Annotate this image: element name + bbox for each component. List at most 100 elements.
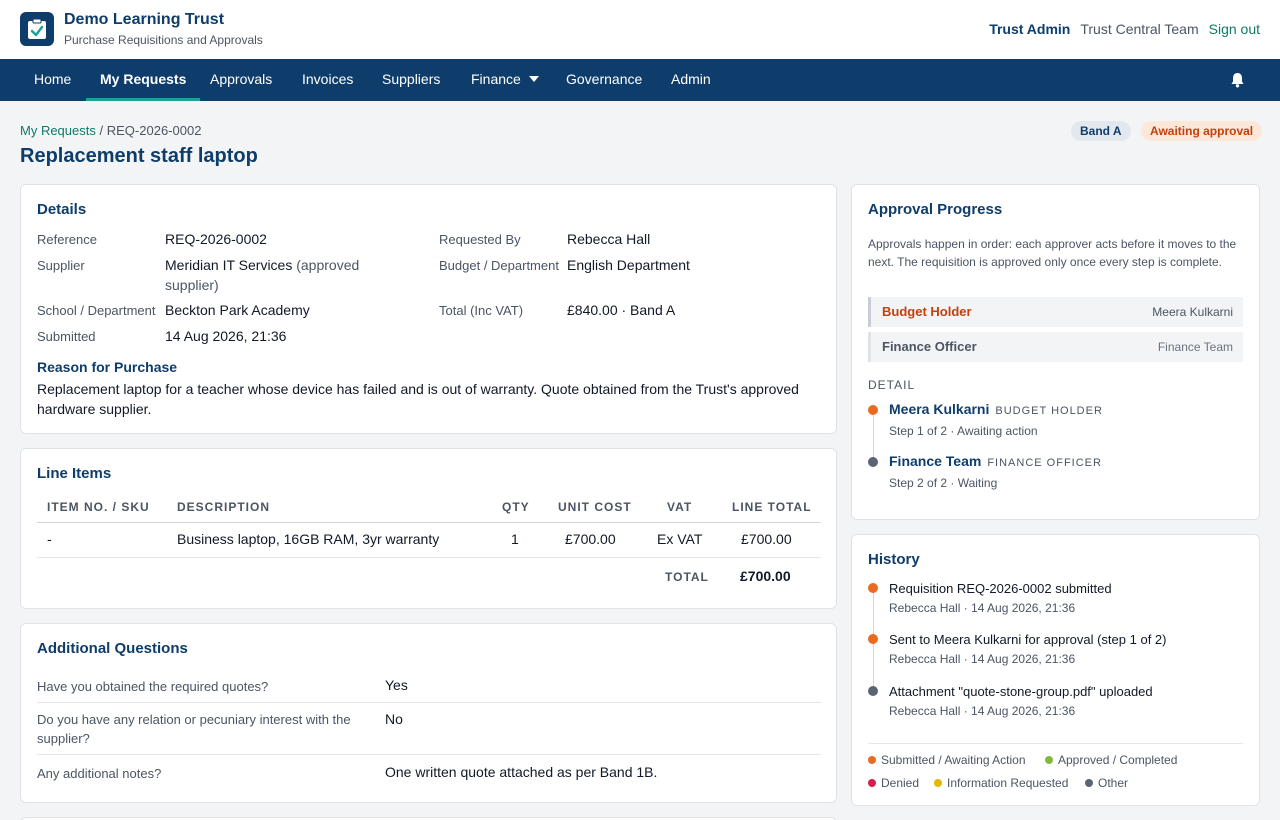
answer-1: Yes [385, 677, 408, 693]
question-1: Have you obtained the required quotes? [37, 679, 269, 694]
detail-2-name: Finance Team FINANCE OFFICER [889, 453, 1102, 469]
history-dot-other [868, 686, 878, 696]
table-total-value: £700.00 [740, 568, 791, 584]
brand-title: Demo Learning Trust [64, 11, 225, 28]
user-team: Trust Central Team [1080, 21, 1199, 37]
breadcrumb-parent-link[interactable]: My Requests [20, 123, 96, 138]
history-dot-submitted [868, 583, 878, 593]
total-value: £840.00 · Band A [567, 302, 676, 318]
clipboard-check-icon [28, 18, 46, 39]
legend-denied: Denied [868, 776, 919, 790]
nav-invoices[interactable]: Invoices [288, 59, 367, 101]
row-sku: - [47, 531, 52, 547]
row-unit-cost: £700.00 [565, 531, 616, 547]
step-2-person: Finance Team [1157, 340, 1233, 354]
col-header-sku: ITEM NO. / SKU [47, 500, 150, 514]
legend-denied-label: Denied [881, 776, 920, 790]
school-value: Beckton Park Academy [165, 302, 310, 318]
detail-2-person: Finance Team [889, 453, 982, 469]
history-event-3: Attachment "quote-stone-group.pdf" uploa… [889, 684, 1153, 699]
col-header-unit-cost: UNIT COST [558, 500, 632, 514]
legend-dot-orange [868, 756, 876, 764]
reason-text: Replacement laptop for a teacher whose d… [37, 381, 799, 417]
supplier-value: Meridian IT Services (approved supplier) [165, 255, 405, 295]
submitted-value: 14 Aug 2026, 21:36 [165, 328, 287, 344]
sign-out-link[interactable]: Sign out [1209, 21, 1260, 37]
bell-icon[interactable] [1230, 72, 1245, 88]
step-1-role: Budget Holder [882, 304, 972, 319]
main-nav: Home My Requests Approvals Invoices Supp… [0, 59, 1280, 101]
detail-1-name: Meera Kulkarni BUDGET HOLDER [889, 401, 1103, 417]
answer-3: One written quote attached as per Band 1… [385, 764, 658, 780]
detail-1-role: BUDGET HOLDER [995, 405, 1103, 417]
reason-title: Reason for Purchase [37, 359, 178, 375]
history-event-1: Requisition REQ-2026-0002 submitted [889, 581, 1112, 596]
detail-label: DETAIL [868, 378, 916, 392]
history-meta-2: Rebecca Hall · 14 Aug 2026, 21:36 [889, 652, 1076, 666]
nav-admin[interactable]: Admin [657, 59, 725, 101]
history-event-2: Sent to Meera Kulkarni for approval (ste… [889, 632, 1167, 647]
school-label: School / Department [37, 303, 156, 318]
details-title: Details [37, 201, 87, 218]
legend-submitted: Submitted / Awaiting Action [868, 753, 1026, 767]
row-vat: Ex VAT [657, 531, 703, 547]
approval-step-1: Budget Holder Meera Kulkarni [868, 297, 1243, 327]
nav-suppliers[interactable]: Suppliers [368, 59, 454, 101]
nav-finance[interactable]: Finance [457, 59, 553, 101]
caret-down-icon [528, 76, 539, 82]
nav-approvals[interactable]: Approvals [196, 59, 286, 101]
line-items-card: Line Items ITEM NO. / SKU DESCRIPTION QT… [20, 448, 837, 609]
col-header-vat: VAT [667, 500, 693, 514]
budget-label: Budget / Department [439, 258, 559, 273]
breadcrumb-current: REQ-2026-0002 [106, 123, 202, 138]
nav-home[interactable]: Home [20, 59, 85, 101]
questions-title: Additional Questions [37, 640, 188, 657]
supplier-name: Meridian IT Services [165, 257, 293, 273]
nav-governance[interactable]: Governance [552, 59, 656, 101]
requested-by-value: Rebecca Hall [567, 231, 651, 247]
row-description: Business laptop, 16GB RAM, 3yr warranty [177, 531, 440, 547]
detail-connector [873, 415, 874, 457]
total-label: Total (Inc VAT) [439, 303, 524, 318]
row-line-total: £700.00 [741, 531, 792, 547]
page-title: Replacement staff laptop [20, 145, 258, 167]
reference-label: Reference [37, 232, 97, 247]
legend-dot-grey [1085, 779, 1093, 787]
band-badge: Band A [1071, 121, 1131, 141]
step-1-person: Meera Kulkarni [1152, 305, 1233, 319]
nav-my-requests[interactable]: My Requests [86, 59, 201, 101]
user-area: Trust Admin Trust Central Team Sign out [989, 21, 1260, 37]
history-meta-3: Rebecca Hall · 14 Aug 2026, 21:36 [889, 704, 1076, 718]
detail-dot-awaiting [868, 405, 878, 415]
user-name: Trust Admin [989, 21, 1071, 37]
history-meta-1: Rebecca Hall · 14 Aug 2026, 21:36 [889, 601, 1076, 615]
requested-by-label: Requested By [439, 232, 521, 247]
history-card: History Requisition REQ-2026-0002 submit… [851, 534, 1260, 806]
approval-title: Approval Progress [868, 201, 1003, 218]
supplier-label: Supplier [37, 258, 85, 273]
legend-divider [868, 743, 1243, 744]
nav-finance-label: Finance [471, 71, 521, 87]
table-header-divider [37, 522, 821, 523]
questions-card: Additional Questions Have you obtained t… [20, 623, 837, 803]
legend-other: Other [1085, 776, 1128, 790]
history-title: History [868, 551, 920, 568]
details-card: Details Reference REQ-2026-0002 Requeste… [20, 184, 837, 434]
breadcrumb: My Requests / REQ-2026-0002 [20, 123, 201, 138]
detail-dot-waiting [868, 457, 878, 467]
col-header-qty: QTY [502, 500, 530, 514]
status-badge: Awaiting approval [1141, 121, 1263, 141]
line-items-title: Line Items [37, 465, 112, 482]
question-divider [37, 754, 821, 755]
detail-1-person: Meera Kulkarni [889, 401, 990, 417]
submitted-label: Submitted [37, 329, 96, 344]
detail-2-role: FINANCE OFFICER [987, 457, 1102, 469]
app-logo[interactable] [20, 12, 54, 46]
row-divider [37, 557, 821, 558]
brand-subtitle: Purchase Requisitions and Approvals [64, 33, 263, 47]
row-qty: 1 [511, 531, 519, 547]
answer-2: No [385, 711, 403, 727]
table-total-label: TOTAL [665, 570, 709, 584]
legend-dot-red [868, 779, 876, 787]
legend-info-requested-label: Information Requested [947, 776, 1069, 790]
